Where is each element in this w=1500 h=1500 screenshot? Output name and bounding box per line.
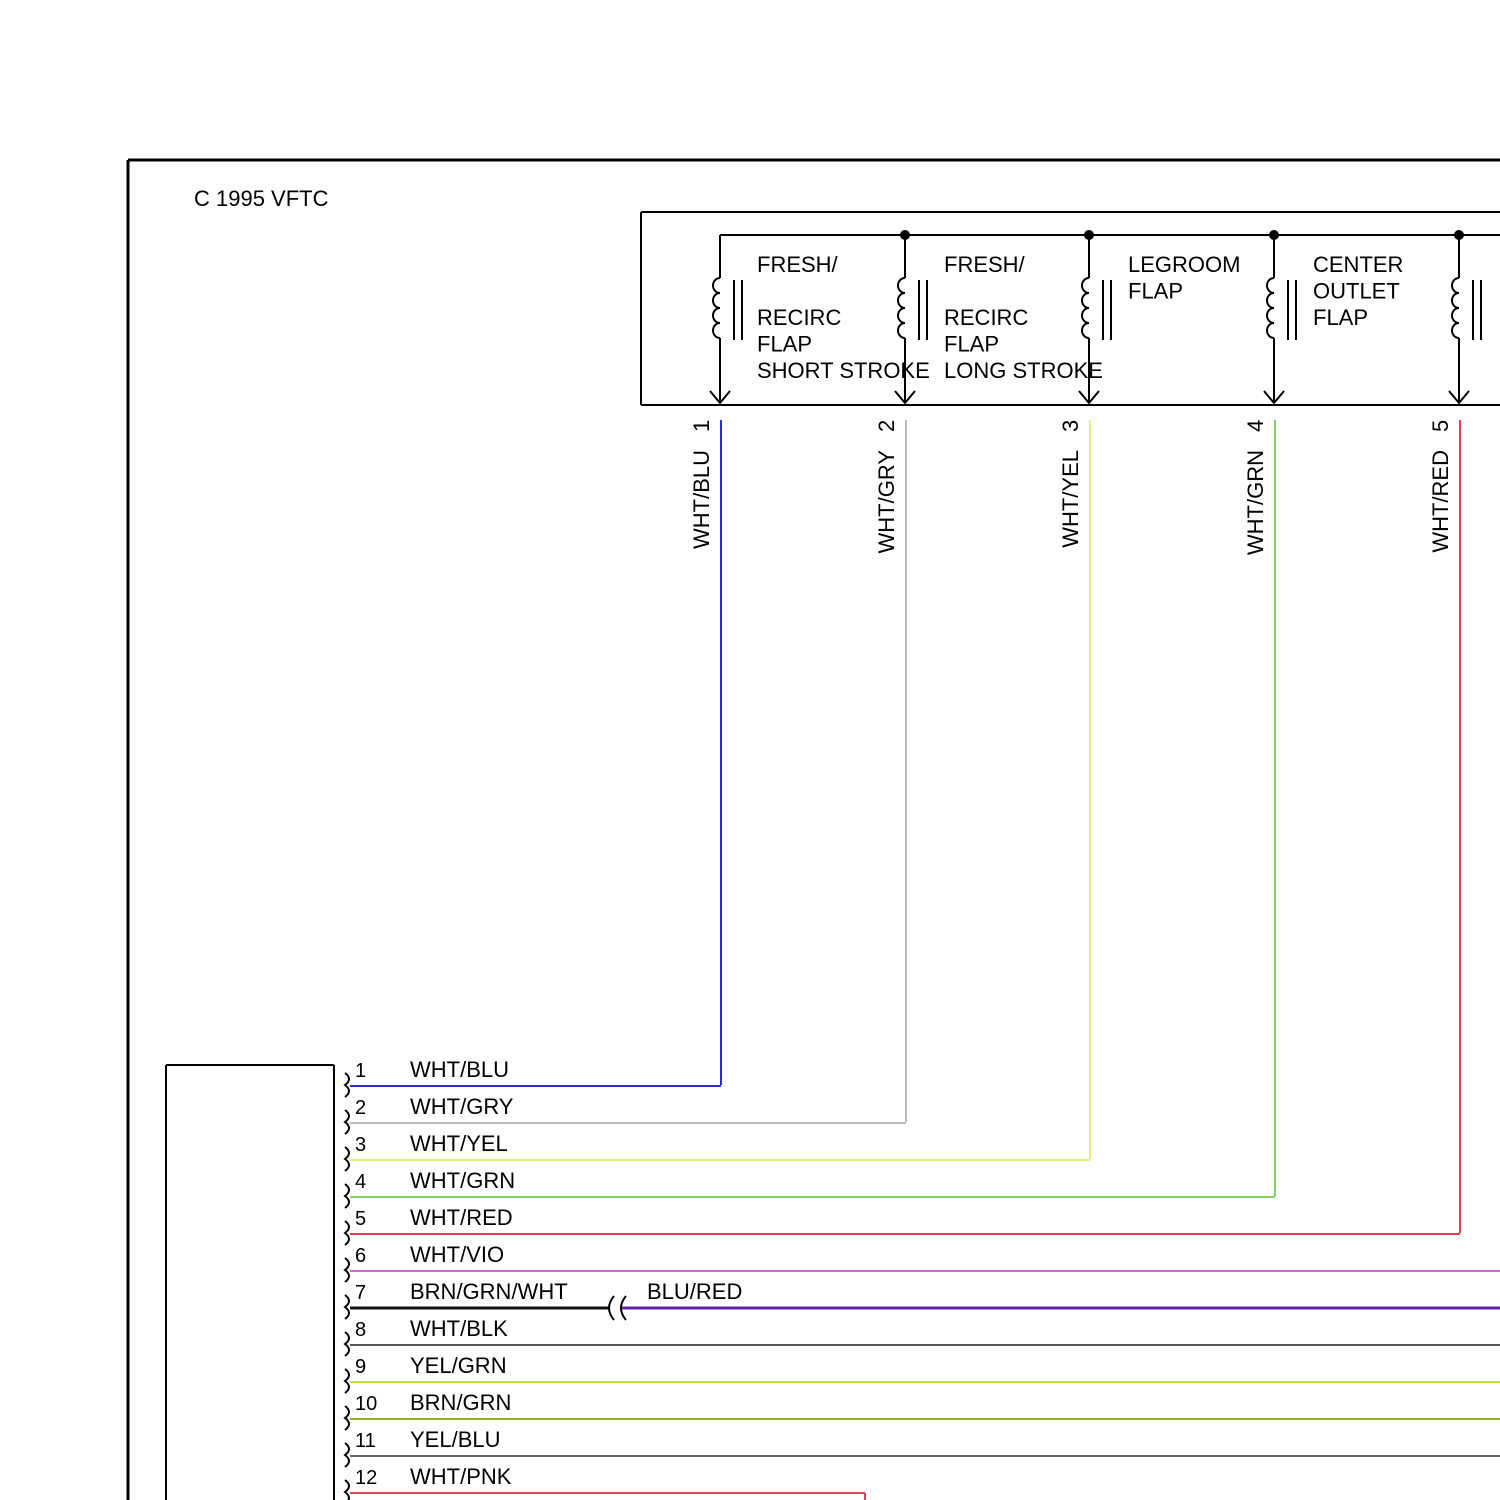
row-pin-number: 6 (355, 1245, 366, 1267)
row-wire-label: WHT/BLU (410, 1057, 509, 1082)
flap-label-line: CENTER (1313, 252, 1403, 277)
row-pin-number: 8 (355, 1319, 366, 1341)
motor-coil-icon (1451, 277, 1460, 339)
row-pin-number: 2 (355, 1097, 366, 1119)
flap-label-line: OUTLET (1313, 279, 1400, 304)
splice-connector-icon (608, 1295, 615, 1321)
wiring-diagram: C 1995 VFTC FRESH/RECIRCFLAPSHORT STROKE… (126, 158, 1500, 1500)
connector-pin-icon (343, 1257, 350, 1283)
copyright-label: C 1995 VFTC (194, 186, 329, 211)
connector-row-5: 5 WHT/RED (343, 1205, 1460, 1246)
row-pin-number: 9 (355, 1356, 366, 1378)
connector-pin-icon (343, 1294, 350, 1320)
flap-label-line: RECIRC (944, 305, 1028, 330)
wire-color-label: WHT/GRY (874, 450, 899, 554)
connector-rows: 1 WHT/BLU 2 WHT/GRY 3 WHT/YEL 4 WHT/GRN 5 WHT/RED… (343, 1057, 1500, 1500)
flap-label-line: FRESH/ (944, 252, 1026, 277)
row-wire-label: WHT/PNK (410, 1464, 512, 1489)
connector-row-11: 11 YEL/BLU (343, 1427, 1500, 1468)
connector-row-10: 10 BRN/GRN (343, 1390, 1500, 1431)
connector-row-4: 4 WHT/GRN (343, 1168, 1275, 1209)
flap-label-line: LONG STROKE (944, 358, 1103, 383)
flap-1: FRESH/RECIRCFLAPSHORT STROKE (709, 235, 930, 405)
row-pin-number: 10 (355, 1393, 377, 1415)
row-pin-number: 4 (355, 1171, 366, 1193)
row-wire-label: WHT/VIO (410, 1242, 504, 1267)
row-wire-label: YEL/GRN (410, 1353, 507, 1378)
splice-wire-label: BLU/RED (647, 1279, 742, 1304)
connector-row-6: 6 WHT/VIO (343, 1242, 1500, 1283)
row-wire-label: WHT/RED (410, 1205, 513, 1230)
flap-label-line: FRESH/ (757, 252, 839, 277)
flap-label-line: FLAP (1313, 305, 1368, 330)
flap-4: CENTEROUTLETFLAP (1263, 230, 1403, 405)
control-module-box (165, 1064, 335, 1500)
connector-row-7: 7 BRN/GRN/WHT BLU/RED (343, 1279, 1500, 1321)
connector-pin-icon (343, 1479, 350, 1500)
motor-coil-icon (897, 277, 906, 339)
connector-row-1: 1 WHT/BLU (343, 1057, 721, 1098)
pin-number: 3 (1058, 420, 1083, 432)
connector-pin-icon (343, 1146, 350, 1172)
pin-number: 1 (689, 420, 714, 432)
row-wire-label: WHT/GRN (410, 1168, 515, 1193)
row-wire-label: BRN/GRN (410, 1390, 511, 1415)
connector-row-3: 3 WHT/YEL (343, 1131, 1090, 1172)
row-pin-number: 11 (355, 1430, 376, 1452)
wire-color-label: WHT/YEL (1058, 450, 1083, 548)
pin-number: 4 (1243, 420, 1268, 432)
row-pin-number: 12 (355, 1467, 377, 1489)
motor-coil-icon (1081, 277, 1090, 339)
flap-3: LEGROOMFLAP (1078, 230, 1240, 405)
connector-pin-icon (343, 1109, 350, 1135)
connector-row-12: 12 WHT/PNK (343, 1464, 866, 1500)
connector-pin-icon (343, 1368, 350, 1394)
row-pin-number: 1 (355, 1060, 366, 1082)
pin-number: 5 (1428, 420, 1453, 432)
row-pin-number: 5 (355, 1208, 366, 1230)
row-wire-label: WHT/GRY (410, 1094, 514, 1119)
flap-label-line: LEGROOM (1128, 252, 1240, 277)
connector-pin-icon (343, 1183, 350, 1209)
flap-motors: FRESH/RECIRCFLAPSHORT STROKEFRESH/RECIRC… (709, 230, 1482, 405)
row-wire-label: YEL/BLU (410, 1427, 501, 1452)
motor-coil-icon (712, 277, 721, 339)
flap-label-line: FLAP (1128, 279, 1183, 304)
flap-label-line: SHORT STROKE (757, 358, 930, 383)
connector-row-8: 8 WHT/BLK (343, 1316, 1500, 1357)
pin-number: 2 (874, 420, 899, 432)
connector-pin-icon (343, 1405, 350, 1431)
vertical-wires: 1 WHT/BLU 2 WHT/GRY 3 WHT/YEL 4 WHT/GRN 5 WHT/RED (689, 420, 1461, 1233)
row-wire-label: WHT/YEL (410, 1131, 508, 1156)
flap-label-line: RECIRC (757, 305, 841, 330)
connector-pin-icon (343, 1331, 350, 1357)
connector-row-9: 9 YEL/GRN (343, 1353, 1500, 1394)
wire-color-label: WHT/GRN (1243, 450, 1268, 555)
motor-coil-icon (1266, 277, 1275, 339)
connector-row-2: 2 WHT/GRY (343, 1094, 906, 1135)
connector-pin-icon (343, 1072, 350, 1098)
row-wire-label: BRN/GRN/WHT (410, 1279, 568, 1304)
connector-pin-icon (343, 1442, 350, 1468)
flap-label-line: FLAP (944, 332, 999, 357)
wire-color-label: WHT/BLU (689, 450, 714, 549)
wire-color-label: WHT/RED (1428, 450, 1453, 553)
row-pin-number: 7 (355, 1282, 366, 1304)
flap-5 (1448, 230, 1482, 405)
row-pin-number: 3 (355, 1134, 366, 1156)
row-wire-label: WHT/BLK (410, 1316, 508, 1341)
flap-label-line: FLAP (757, 332, 812, 357)
connector-pin-icon (343, 1220, 350, 1246)
